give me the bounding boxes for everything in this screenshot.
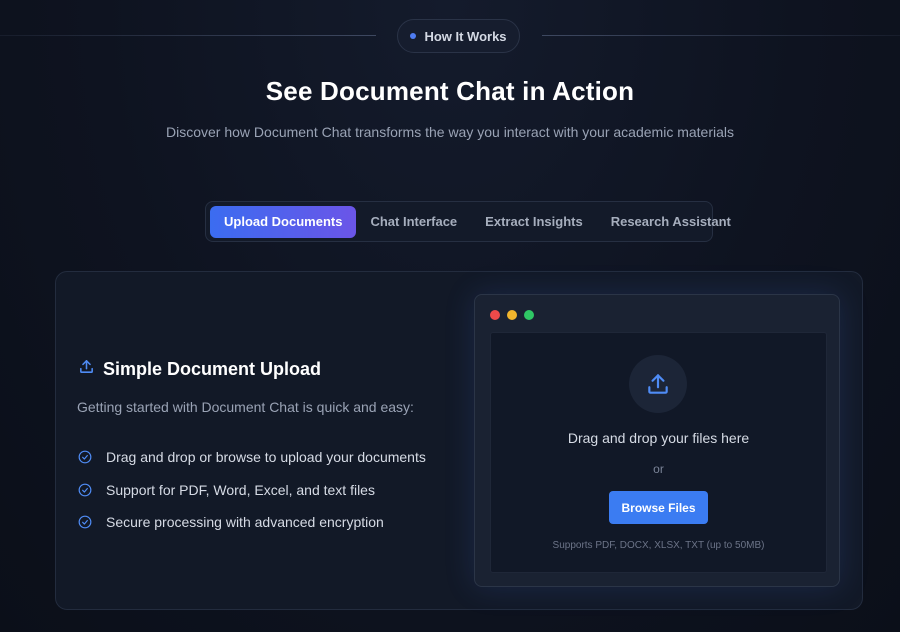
section-badge-row: How It Works xyxy=(0,19,900,53)
window-controls xyxy=(490,310,534,320)
badge-dot-icon xyxy=(410,33,417,39)
file-dropzone[interactable]: Drag and drop your files here or Browse … xyxy=(490,332,827,573)
feature-title-text: Simple Document Upload xyxy=(103,358,322,379)
check-circle-icon xyxy=(78,483,92,497)
divider-right xyxy=(542,35,900,36)
check-circle-icon xyxy=(78,515,92,529)
maximize-dot-icon xyxy=(524,310,534,320)
section-subtitle: Discover how Document Chat transforms th… xyxy=(166,124,734,140)
list-item-text: Secure processing with advanced encrypti… xyxy=(106,514,384,531)
feature-description: Getting started with Document Chat is qu… xyxy=(77,399,414,415)
browse-files-button[interactable]: Browse Files xyxy=(609,491,708,524)
how-it-works-badge: How It Works xyxy=(397,19,520,53)
close-dot-icon xyxy=(490,310,500,320)
tab-research-assistant[interactable]: Research Assistant xyxy=(597,206,745,238)
minimize-dot-icon xyxy=(507,310,517,320)
dropzone-or: or xyxy=(653,462,664,476)
supported-formats: Supports PDF, DOCX, XLSX, TXT (up to 50M… xyxy=(552,540,765,551)
list-item: Secure processing with advanced encrypti… xyxy=(78,506,426,539)
badge-label: How It Works xyxy=(424,28,507,44)
page: How It Works See Document Chat in Action… xyxy=(0,0,900,632)
feature-title: Simple Document Upload xyxy=(78,358,321,380)
feature-list: Drag and drop or browse to upload your d… xyxy=(78,441,426,539)
section-title: See Document Chat in Action xyxy=(265,76,635,106)
feature-tabs: Upload Documents Chat Interface Extract … xyxy=(205,201,731,242)
list-item: Drag and drop or browse to upload your d… xyxy=(78,441,426,474)
upload-icon xyxy=(78,358,95,380)
dropzone-text: Drag and drop your files here xyxy=(567,430,750,446)
tab-chat-interface[interactable]: Chat Interface xyxy=(356,206,471,238)
upload-window: Drag and drop your files here or Browse … xyxy=(474,294,840,587)
list-item-text: Drag and drop or browse to upload your d… xyxy=(106,449,426,466)
upload-cloud-icon xyxy=(629,355,687,413)
divider-left xyxy=(0,35,376,36)
list-item-text: Support for PDF, Word, Excel, and text f… xyxy=(106,481,375,498)
list-item: Support for PDF, Word, Excel, and text f… xyxy=(78,474,426,507)
tab-extract-insights[interactable]: Extract Insights xyxy=(471,206,597,238)
tab-upload-documents[interactable]: Upload Documents xyxy=(210,205,357,238)
check-circle-icon xyxy=(78,450,92,464)
